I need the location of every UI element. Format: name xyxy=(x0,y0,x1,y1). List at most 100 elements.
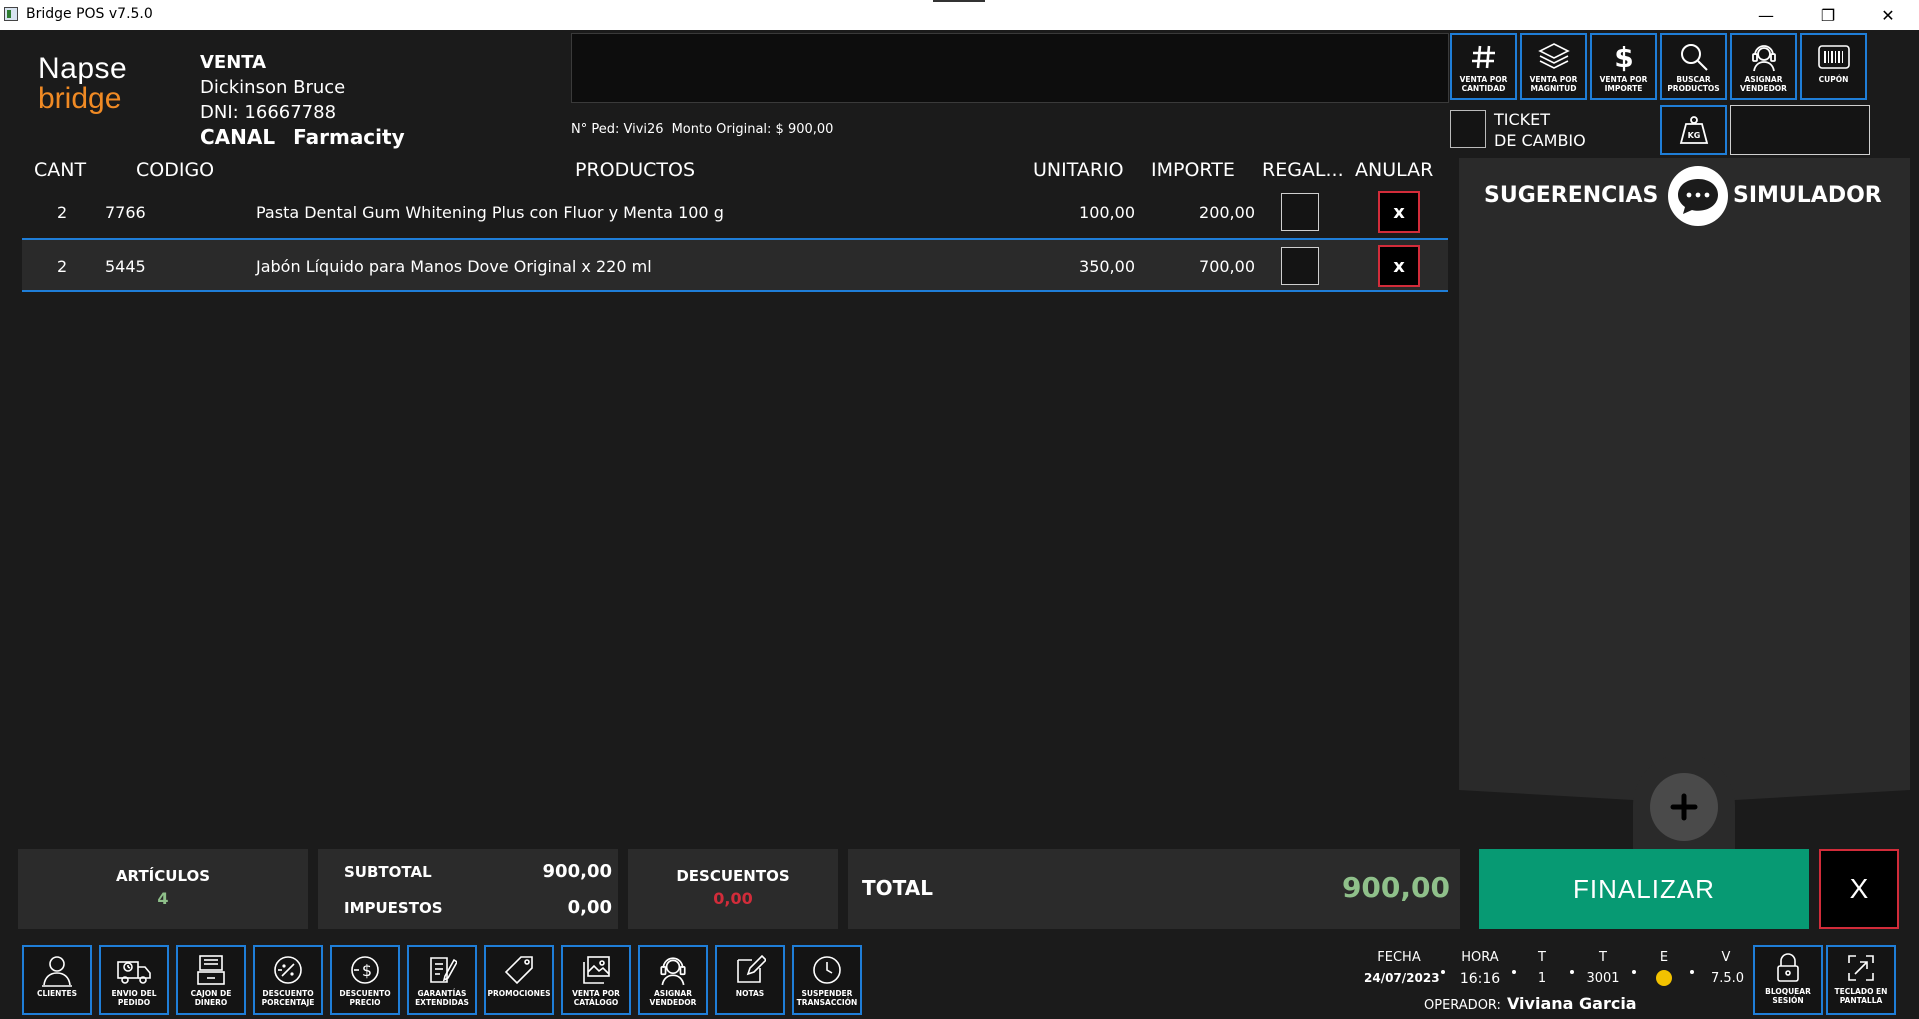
teclado-en-pantalla-button[interactable]: TECLADO EN PANTALLA xyxy=(1826,945,1896,1015)
envio-del-pedido-button[interactable]: ENVIO DEL PEDIDO xyxy=(99,945,169,1015)
descuento-precio-button[interactable]: $ DESCUENTO PRECIO xyxy=(330,945,400,1015)
buscar-productos-button[interactable]: BUSCAR PRODUCTOS xyxy=(1660,33,1727,100)
status-v: V 7.5.0 xyxy=(1711,950,1744,986)
col-cant-header: CANT xyxy=(34,159,87,181)
row-producto: Jabón Líquido para Manos Dove Original x… xyxy=(256,256,652,276)
clientes-button[interactable]: CLIENTES xyxy=(22,945,92,1015)
ticket-de-cambio-checkbox[interactable] xyxy=(1450,110,1486,148)
svg-text:$: $ xyxy=(362,961,372,980)
canal-label: CANAL xyxy=(200,125,276,149)
total-value: 900,00 xyxy=(1341,871,1450,904)
logo-line1: Napse xyxy=(38,52,128,85)
action-label: VENTA POR CANTIDAD xyxy=(1459,75,1508,93)
hora-label: HORA xyxy=(1461,950,1499,965)
anular-item-button[interactable]: x xyxy=(1378,245,1420,287)
asignar-vendedor-top-button[interactable]: ASIGNAR VENDEDOR xyxy=(1730,33,1797,100)
sugerencias-tab[interactable]: SUGERENCIAS xyxy=(1484,183,1658,208)
row-unitario: 350,00 xyxy=(1079,256,1135,276)
impuestos-value: 0,00 xyxy=(567,897,612,918)
headset-icon xyxy=(657,951,689,989)
catalog-icon xyxy=(580,951,612,989)
finalizar-button[interactable]: FINALIZAR xyxy=(1479,849,1809,929)
plus-icon xyxy=(1670,793,1698,821)
add-suggestion-button[interactable] xyxy=(1650,773,1718,841)
action-label: PROMOCIONES xyxy=(487,989,551,998)
minimize-button[interactable]: — xyxy=(1743,0,1789,30)
articulos-label: ARTÍCULOS xyxy=(115,867,211,885)
table-row[interactable]: 2 5445 Jabón Líquido para Manos Dove Ori… xyxy=(22,240,1448,292)
search-icon xyxy=(1679,39,1709,75)
cancel-transaction-button[interactable]: X xyxy=(1819,849,1899,929)
weight-display-field[interactable] xyxy=(1730,105,1870,155)
notas-button[interactable]: NOTAS xyxy=(715,945,785,1015)
asignar-vendedor-button[interactable]: ASIGNAR VENDEDOR xyxy=(638,945,708,1015)
row-importe: 700,00 xyxy=(1199,256,1255,276)
order-number: N° Ped: Vivi26 xyxy=(571,122,664,137)
action-label: ASIGNAR VENDEDOR xyxy=(649,989,697,1007)
venta-por-catalogo-button[interactable]: VENTA POR CATÁLOGO xyxy=(561,945,631,1015)
hash-icon xyxy=(1471,39,1497,75)
status-dot xyxy=(1632,970,1636,974)
table-row[interactable]: 2 7766 Pasta Dental Gum Whitening Plus c… xyxy=(22,186,1448,238)
col-codigo-header: CODIGO xyxy=(136,159,215,181)
warranty-icon xyxy=(427,951,457,989)
kg-label: KG xyxy=(1687,131,1700,140)
suspender-transaccion-button[interactable]: SUSPENDER TRANSACCIÓN xyxy=(792,945,862,1015)
weight-kg-button[interactable]: KG xyxy=(1660,105,1727,155)
canal-value: Farmacity xyxy=(293,125,405,149)
garantias-extendidas-button[interactable]: GARANTÍAS EXTENDIDAS xyxy=(407,945,477,1015)
status-t2: T 3001 xyxy=(1583,950,1623,986)
headset-icon xyxy=(1749,39,1779,75)
window-titlebar: Bridge POS v7.5.0 — ❐ ✕ xyxy=(0,0,1919,30)
venta-por-cantidad-button[interactable]: VENTA POR CANTIDAD xyxy=(1450,33,1517,100)
venta-por-importe-button[interactable]: $ VENTA POR IMPORTE xyxy=(1590,33,1657,100)
window-title: Bridge POS v7.5.0 xyxy=(26,6,153,22)
venta-por-magnitud-button[interactable]: VENTA POR MAGNITUD xyxy=(1520,33,1587,100)
status-hora: HORA 16:16 xyxy=(1455,950,1505,987)
lock-icon xyxy=(1777,953,1799,982)
action-label: VENTA POR MAGNITUD xyxy=(1529,75,1578,93)
status-fecha: FECHA 24/07/2023 xyxy=(1364,950,1440,985)
layers-icon xyxy=(1537,39,1570,75)
customer-name: Dickinson Bruce xyxy=(200,77,346,98)
promociones-button[interactable]: PROMOCIONES xyxy=(484,945,554,1015)
sale-mode: VENTA xyxy=(200,52,267,73)
status-e: E xyxy=(1652,950,1676,986)
action-label: GARANTÍAS EXTENDIDAS xyxy=(415,989,469,1007)
articulos-box: ARTÍCULOS 4 xyxy=(18,849,308,929)
t1-label: T xyxy=(1538,950,1546,965)
anular-item-button[interactable]: x xyxy=(1378,191,1420,233)
expand-icon xyxy=(1848,955,1874,981)
bloquear-sesion-button[interactable]: BLOQUEAR SESIÓN xyxy=(1753,945,1823,1015)
subtotal-value: 900,00 xyxy=(542,861,612,882)
descuentos-label: DESCUENTOS xyxy=(676,867,790,885)
row-importe: 200,00 xyxy=(1199,202,1255,222)
status-dot xyxy=(1570,970,1574,974)
chat-toggle-icon[interactable] xyxy=(1668,166,1728,226)
svg-text:$: $ xyxy=(1614,42,1633,72)
fecha-label: FECHA xyxy=(1377,950,1421,965)
status-dot xyxy=(1690,970,1694,974)
action-label: BUSCAR PRODUCTOS xyxy=(1667,75,1720,93)
row-codigo: 7766 xyxy=(105,202,146,222)
descuento-porcentaje-button[interactable]: DESCUENTO PORCENTAJE xyxy=(253,945,323,1015)
action-label: CAJON DE DINERO xyxy=(190,989,232,1007)
status-dot xyxy=(1441,970,1445,974)
bottom-action-bar: CLIENTES ENVIO DEL PEDIDO CAJON DE DINER… xyxy=(22,945,862,1015)
subtotal-label: SUBTOTAL xyxy=(344,863,432,881)
ticket-de-cambio-label: TICKET DE CAMBIO xyxy=(1494,109,1586,151)
dollar-discount-icon: $ xyxy=(349,951,381,989)
action-label: TECLADO EN PANTALLA xyxy=(1834,987,1888,1005)
close-window-button[interactable]: ✕ xyxy=(1865,0,1911,30)
regalo-checkbox[interactable] xyxy=(1281,247,1319,285)
tag-icon xyxy=(503,951,535,989)
simulador-tab[interactable]: SIMULADOR xyxy=(1733,183,1882,208)
cajon-de-dinero-button[interactable]: CAJON DE DINERO xyxy=(176,945,246,1015)
cupon-button[interactable]: CUPÓN xyxy=(1800,33,1867,100)
regalo-checkbox[interactable] xyxy=(1281,193,1319,231)
status-t1: T 1 xyxy=(1530,950,1554,986)
restore-button[interactable]: ❐ xyxy=(1805,0,1851,30)
row-cant: 2 xyxy=(57,256,68,276)
dollar-icon: $ xyxy=(1613,39,1635,75)
barcode-input[interactable] xyxy=(571,33,1449,103)
